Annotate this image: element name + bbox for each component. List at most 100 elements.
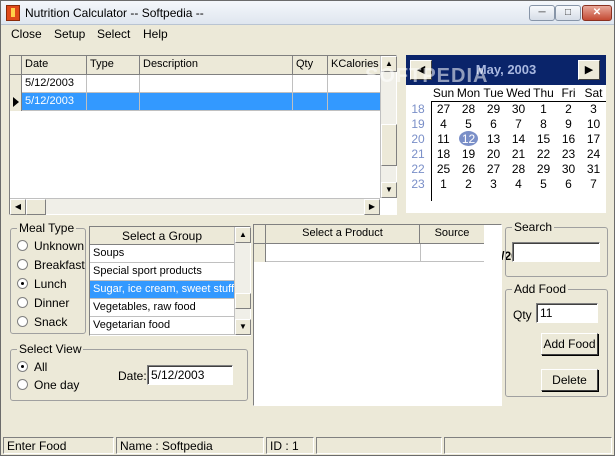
col-source[interactable]: Source xyxy=(420,225,484,243)
weekday-label: Sun xyxy=(432,86,455,100)
calendar-day[interactable]: 26 xyxy=(456,162,481,176)
weekday-label: Mon xyxy=(456,86,481,100)
food-log-grid[interactable]: Date Type Description Qty KCalories 5/12… xyxy=(9,55,397,215)
weekday-label: Tue xyxy=(483,86,504,100)
calendar-day-selected[interactable]: 12 xyxy=(456,132,481,146)
calendar-day[interactable]: 28 xyxy=(506,162,531,176)
calendar-day[interactable]: 8 xyxy=(531,117,556,131)
calendar-day[interactable]: 21 xyxy=(506,147,531,161)
group-list[interactable]: Select a Group Soups Special sport produ… xyxy=(89,226,251,336)
calendar-day[interactable]: 3 xyxy=(581,102,606,116)
calendar-day[interactable]: 25 xyxy=(431,162,456,176)
list-item[interactable]: Soups xyxy=(90,245,234,263)
calendar-day[interactable]: 4 xyxy=(431,117,456,131)
calendar-day[interactable]: 2 xyxy=(456,177,481,191)
menu-help[interactable]: Help xyxy=(143,27,168,41)
menu-select[interactable]: Select xyxy=(97,27,130,41)
title-bar[interactable]: Nutrition Calculator -- Softpedia -- ─ □… xyxy=(1,1,614,25)
calendar-day[interactable]: 27 xyxy=(431,102,456,116)
col-qty[interactable]: Qty xyxy=(293,56,328,74)
calendar-day[interactable]: 7 xyxy=(506,117,531,131)
add-food-button[interactable]: Add Food xyxy=(541,333,598,355)
calendar-day[interactable]: 10 xyxy=(581,117,606,131)
calendar-day[interactable]: 19 xyxy=(456,147,481,161)
calendar-day[interactable]: 17 xyxy=(581,132,606,146)
col-description[interactable]: Description xyxy=(140,56,293,74)
calendar-day[interactable]: 24 xyxy=(581,147,606,161)
col-select-product[interactable]: Select a Product xyxy=(266,225,420,243)
calendar-day[interactable]: 20 xyxy=(481,147,506,161)
scroll-down-icon[interactable]: ▼ xyxy=(381,182,397,198)
close-window-button[interactable]: ✕ xyxy=(582,5,612,21)
h-scroll-thumb[interactable] xyxy=(26,199,46,215)
radio-selected-icon xyxy=(17,278,28,289)
scroll-right-icon[interactable]: ▶ xyxy=(364,199,380,215)
calendar-day[interactable]: 11 xyxy=(431,132,456,146)
radio-snack[interactable]: Snack xyxy=(17,315,67,329)
radio-view-one-day[interactable]: One day xyxy=(17,378,79,392)
scroll-up-icon[interactable]: ▲ xyxy=(235,227,251,243)
cell-divider xyxy=(420,244,421,262)
scroll-left-icon[interactable]: ◀ xyxy=(10,199,26,215)
calendar-day[interactable]: 29 xyxy=(531,162,556,176)
calendar-day[interactable]: 4 xyxy=(506,177,531,191)
radio-dinner[interactable]: Dinner xyxy=(17,296,69,310)
table-row-selected[interactable]: 5/12/2003 xyxy=(10,93,380,111)
calendar-day[interactable]: 23 xyxy=(556,147,581,161)
list-item[interactable]: Special sport products xyxy=(90,263,234,281)
calendar-day[interactable]: 31 xyxy=(581,162,606,176)
date-input[interactable]: 5/12/2003 xyxy=(147,365,233,385)
radio-view-all[interactable]: All xyxy=(17,360,47,374)
scroll-down-icon[interactable]: ▼ xyxy=(235,319,251,335)
calendar-day[interactable]: 6 xyxy=(556,177,581,191)
radio-unknown[interactable]: Unknown xyxy=(17,239,84,253)
calendar-day[interactable]: 16 xyxy=(556,132,581,146)
col-date[interactable]: Date xyxy=(22,56,87,74)
cell-type xyxy=(87,93,140,111)
cell-description xyxy=(140,75,293,93)
calendar-day[interactable]: 29 xyxy=(481,102,506,116)
radio-circle-icon xyxy=(17,240,28,251)
radio-breakfast[interactable]: Breakfast xyxy=(17,258,85,272)
week-number: 18 xyxy=(411,102,425,116)
col-type[interactable]: Type xyxy=(87,56,140,74)
product-grid[interactable]: Select a Product Source xyxy=(253,224,502,406)
scroll-thumb[interactable] xyxy=(381,124,397,166)
calendar-day[interactable]: 1 xyxy=(531,102,556,116)
table-row[interactable] xyxy=(254,244,484,262)
calendar-day[interactable]: 5 xyxy=(531,177,556,191)
cell-description xyxy=(140,93,293,111)
calendar-day[interactable]: 1 xyxy=(431,177,456,191)
calendar-day[interactable]: 13 xyxy=(481,132,506,146)
qty-input[interactable]: 11 xyxy=(536,303,598,323)
group-list-scrollbar[interactable]: ▲ ▼ xyxy=(234,227,251,335)
next-month-icon[interactable]: ▶ xyxy=(578,60,600,80)
radio-lunch[interactable]: Lunch xyxy=(17,277,67,291)
calendar-day[interactable]: 22 xyxy=(531,147,556,161)
menu-close[interactable]: Close xyxy=(11,27,42,41)
calendar-day[interactable]: 3 xyxy=(481,177,506,191)
maximize-button[interactable]: □ xyxy=(555,5,581,21)
minimize-button[interactable]: ─ xyxy=(529,5,555,21)
calendar-day[interactable]: 30 xyxy=(506,102,531,116)
delete-button[interactable]: Delete xyxy=(541,369,598,391)
calendar-day[interactable]: 14 xyxy=(506,132,531,146)
calendar-day[interactable]: 6 xyxy=(481,117,506,131)
list-item-selected[interactable]: Sugar, ice cream, sweet stuff xyxy=(90,281,234,299)
table-row[interactable]: 5/12/2003 xyxy=(10,75,380,93)
calendar-day[interactable]: 5 xyxy=(456,117,481,131)
calendar-day[interactable]: 18 xyxy=(431,147,456,161)
calendar-day[interactable]: 27 xyxy=(481,162,506,176)
calendar-day[interactable]: 9 xyxy=(556,117,581,131)
list-item[interactable]: Vegetables, raw food xyxy=(90,299,234,317)
grid-horizontal-scrollbar[interactable]: ◀ ▶ xyxy=(10,198,380,215)
search-input[interactable] xyxy=(512,242,600,262)
menu-setup[interactable]: Setup xyxy=(54,27,85,41)
calendar-day[interactable]: 28 xyxy=(456,102,481,116)
calendar-day[interactable]: 7 xyxy=(581,177,606,191)
calendar-day[interactable]: 15 xyxy=(531,132,556,146)
calendar-day[interactable]: 30 xyxy=(556,162,581,176)
calendar-day[interactable]: 2 xyxy=(556,102,581,116)
scroll-thumb[interactable] xyxy=(235,293,251,309)
list-item[interactable]: Vegetarian food xyxy=(90,317,234,335)
